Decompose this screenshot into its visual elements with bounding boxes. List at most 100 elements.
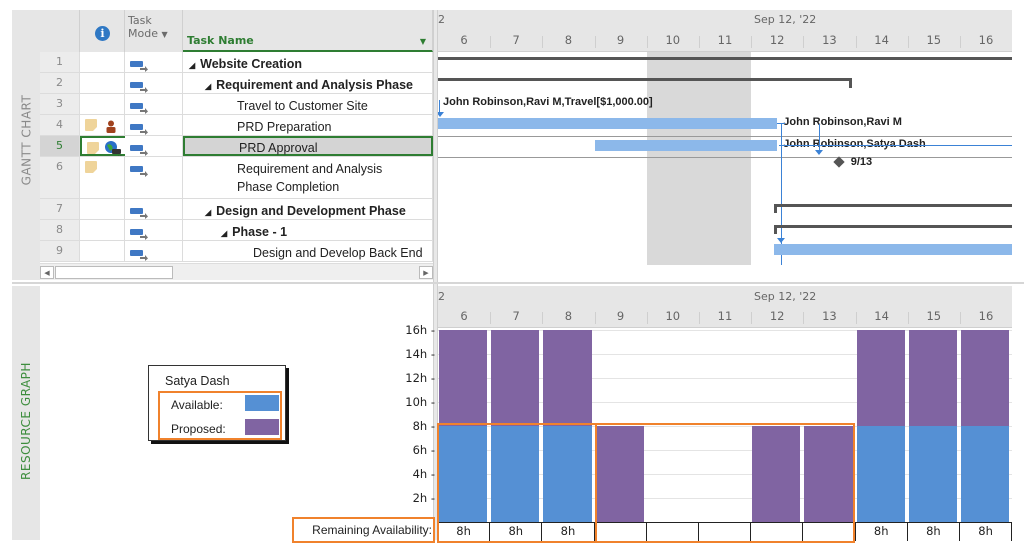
table-row[interactable]: 9 Design and Develop Back End — [40, 241, 433, 262]
task-name-cell[interactable]: PRD Approval — [183, 136, 433, 156]
task-mode-cell[interactable] — [125, 220, 183, 240]
milestone-diamond[interactable] — [833, 156, 845, 168]
day-tick — [855, 312, 857, 324]
bar-proposed — [961, 330, 1010, 426]
task-bar-back-end[interactable] — [774, 244, 1012, 255]
row-number[interactable]: 1 — [40, 52, 80, 72]
timescale-day[interactable]: 16 — [960, 33, 1012, 47]
timescale-day[interactable]: 13 — [803, 33, 855, 47]
scroll-thumb[interactable] — [55, 266, 173, 279]
note-icon[interactable] — [85, 119, 97, 131]
task-name-cell[interactable]: ◢ Requirement and Analysis Phase — [183, 73, 433, 93]
header-indicators[interactable]: i — [80, 10, 125, 52]
task-name-cell[interactable]: ◢ Phase - 1 — [183, 220, 433, 240]
task-name-cell[interactable]: Design and Develop Back End — [183, 241, 433, 261]
row-number[interactable]: 9 — [40, 241, 80, 261]
timescale-day[interactable]: 12 — [751, 33, 803, 47]
collapse-triangle-icon[interactable]: ◢ — [205, 208, 211, 217]
timescale-day[interactable]: 7 — [490, 33, 542, 47]
day-tick — [490, 312, 492, 324]
row-number[interactable]: 8 — [40, 220, 80, 240]
task-bar-prd-approval[interactable] — [594, 140, 778, 151]
day-tick — [542, 312, 544, 324]
task-mode-cell[interactable] — [125, 94, 183, 114]
timescale-day[interactable]: 9 — [595, 33, 647, 47]
timescale-day[interactable]: 12 — [751, 309, 803, 323]
collapse-triangle-icon[interactable]: ◢ — [221, 229, 227, 238]
table-row[interactable]: 5... PRD Approval — [40, 136, 433, 158]
note-icon[interactable] — [85, 161, 97, 173]
collapse-triangle-icon[interactable]: ◢ — [205, 82, 211, 91]
indicators-cell — [80, 157, 125, 198]
day-tick — [907, 36, 909, 48]
timescale-day[interactable]: 13 — [803, 309, 855, 323]
timescale-day[interactable]: 14 — [856, 33, 908, 47]
task-name-cell[interactable]: ◢ Design and Development Phase — [183, 199, 433, 219]
bar-proposed — [491, 330, 540, 426]
task-name-cell[interactable]: ◢ Website Creation — [183, 52, 433, 72]
day-tick — [907, 312, 909, 324]
table-row[interactable]: 6 Requirement and Analysis Phase Completio… — [40, 157, 433, 199]
row-number[interactable]: 6 — [40, 157, 80, 198]
row-number[interactable]: 7 — [40, 199, 80, 219]
table-row[interactable]: 7 ◢ Design and Development Phase — [40, 199, 433, 220]
task-name-cell[interactable]: Requirement and Analysis Phase Completion — [183, 157, 433, 198]
task-bar-prd-preparation[interactable] — [438, 118, 778, 129]
timescale-day[interactable]: 7 — [490, 309, 542, 323]
day-tick — [751, 36, 753, 48]
note-icon[interactable] — [87, 142, 99, 154]
table-row[interactable]: 3 Travel to Customer Site — [40, 94, 433, 115]
y-tick-label: 12h - — [405, 371, 435, 385]
row-number[interactable]: 2 — [40, 73, 80, 93]
table-row[interactable]: 4 PRD Preparation — [40, 115, 433, 136]
timescale-day[interactable]: 15 — [908, 33, 960, 47]
timescale-day[interactable]: 10 — [647, 309, 699, 323]
filter-dropdown-icon[interactable]: ▼ — [420, 37, 426, 46]
day-tick — [803, 312, 805, 324]
task-mode-cell[interactable] — [125, 52, 183, 72]
timescale-day[interactable]: 14 — [856, 309, 908, 323]
scroll-left-arrow[interactable]: ◀ — [40, 266, 54, 279]
task-mode-cell[interactable] — [125, 136, 183, 156]
summary-bar-start — [774, 225, 778, 234]
day-tick — [594, 312, 596, 324]
web-link-icon[interactable]: ... — [104, 140, 123, 158]
bar-label-travel: John Robinson,Ravi M,Travel[$1,000.00] — [443, 96, 653, 108]
scroll-right-arrow[interactable]: ▶ — [419, 266, 433, 279]
indicators-cell — [80, 241, 125, 261]
task-mode-cell[interactable] — [125, 115, 183, 135]
timescale-day[interactable]: 15 — [908, 309, 960, 323]
timescale-day[interactable]: 16 — [960, 309, 1012, 323]
row-number[interactable]: 5 — [40, 136, 80, 156]
timescale-day[interactable]: 11 — [699, 33, 751, 47]
timescale-day[interactable]: 10 — [647, 33, 699, 47]
task-mode-cell[interactable] — [125, 73, 183, 93]
info-icon: i — [95, 26, 110, 41]
timescale-day[interactable]: 11 — [699, 309, 751, 323]
table-row[interactable]: 8 ◢ Phase - 1 — [40, 220, 433, 241]
day-tick — [542, 36, 544, 48]
row-number[interactable]: 4 — [40, 115, 80, 135]
task-name: ◢ Requirement and Analysis Phase — [205, 78, 413, 92]
table-row[interactable]: 2 ◢ Requirement and Analysis Phase — [40, 73, 433, 94]
pane-divider[interactable] — [12, 282, 1024, 284]
timescale-day[interactable]: 9 — [595, 309, 647, 323]
table-row[interactable]: 1 ◢ Website Creation — [40, 52, 433, 73]
header-task-name[interactable]: Task Name ▼ — [183, 10, 433, 52]
timescale-day[interactable]: 8 — [542, 309, 594, 323]
collapse-triangle-icon[interactable]: ◢ — [189, 61, 195, 70]
task-mode-cell[interactable] — [125, 157, 183, 198]
header-task-mode[interactable]: Task Mode ▼ — [125, 10, 183, 52]
task-name-cell[interactable]: PRD Preparation — [183, 115, 433, 135]
timescale-day[interactable]: 8 — [542, 33, 594, 47]
gantt-timeline: 2 Sep 12, '22 6 7 8 9 10 11 12 13 14 15 16 John Ro… — [438, 10, 1012, 265]
row-number[interactable]: 3 — [40, 94, 80, 114]
task-mode-cell[interactable] — [125, 241, 183, 261]
task-name-cell[interactable]: Travel to Customer Site — [183, 94, 433, 114]
timescale-day[interactable]: 6 — [438, 33, 490, 47]
task-mode-cell[interactable] — [125, 199, 183, 219]
remaining-availability-cell: 8h — [960, 523, 1013, 541]
bar-proposed — [543, 330, 592, 426]
table-hscrollbar[interactable]: ◀ ▶ — [40, 263, 433, 280]
timescale-day[interactable]: 6 — [438, 309, 490, 323]
